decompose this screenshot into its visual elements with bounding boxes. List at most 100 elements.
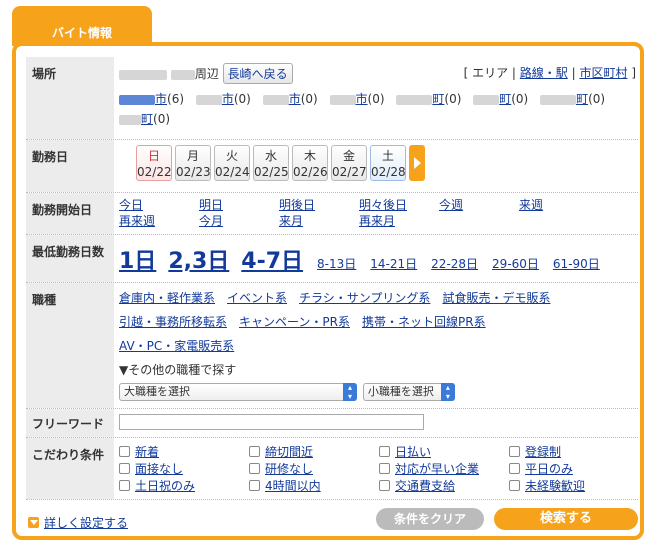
checkbox-registration[interactable] [509,446,520,457]
start-in-3-days[interactable]: 明々後日 [359,198,407,212]
area-item[interactable]: 市(6) [119,92,184,106]
day-date: 02/26 [293,165,328,179]
day-tue[interactable]: 火 02/24 [214,145,250,181]
area-suffix[interactable]: 市 [155,92,167,106]
min-days-14-21[interactable]: 14-21日 [370,257,417,271]
checkbox-weekends[interactable] [119,480,130,491]
checkbox-no-experience[interactable] [509,480,520,491]
other-job-heading: ▼その他の職種で探す [119,363,237,377]
condition-no-training[interactable]: 研修なし [265,462,313,476]
area-item[interactable]: 町(0) [396,92,461,106]
min-days-1[interactable]: 1日 [119,249,156,274]
start-next-month[interactable]: 来月 [279,214,303,228]
freeword-input[interactable] [119,414,424,430]
area-suffix[interactable]: 町 [576,92,588,106]
chevron-down-icon [28,517,39,528]
location-label: 場所 [26,57,114,139]
start-this-week[interactable]: 今週 [439,198,463,212]
area-suffix[interactable]: 町 [432,92,444,106]
area-item[interactable]: 町(0) [540,92,605,106]
job-event[interactable]: イベント系 [227,291,287,305]
checkbox-deadline[interactable] [249,446,260,457]
links-close-bracket: ] [631,66,636,80]
start-week-after-next[interactable]: 再来週 [119,214,155,228]
checkbox-no-training[interactable] [249,463,260,474]
minor-category-select[interactable]: 小職種を選択 ▴ ▾ [362,382,455,401]
day-sun[interactable]: 日 02/22 [136,145,172,181]
day-mon[interactable]: 月 02/23 [175,145,211,181]
min-days-8-13[interactable]: 8-13日 [317,257,356,271]
area-name-redacted [262,94,289,105]
area-suffix[interactable]: 町 [499,92,511,106]
tab-baito-info[interactable]: バイト情報 [12,6,152,46]
area-count: (0) [233,92,251,106]
min-days-2-3[interactable]: 2,3日 [168,249,229,274]
next-week-button[interactable] [409,145,425,181]
condition-deadline[interactable]: 締切間近 [265,445,313,459]
condition-no-experience[interactable]: 未経験歓迎 [525,479,585,493]
day-wed[interactable]: 水 02/25 [253,145,289,181]
checkbox-no-interview[interactable] [119,463,130,474]
checkbox-daily-pay[interactable] [379,446,390,457]
job-warehouse[interactable]: 倉庫内・軽作業系 [119,291,215,305]
detail-settings-link[interactable]: 詳しく設定する [44,516,128,530]
area-item[interactable]: 市(0) [195,92,251,106]
checkbox-weekdays[interactable] [509,463,520,474]
start-today[interactable]: 今日 [119,198,143,212]
start-this-month[interactable]: 今月 [199,214,223,228]
min-days-29-60[interactable]: 29-60日 [492,257,539,271]
condition-weekends[interactable]: 土日祝のみ [135,479,195,493]
job-moving[interactable]: 引越・事務所移転系 [119,315,227,329]
area-suffix[interactable]: 町 [141,112,153,126]
job-mobile[interactable]: 携帯・ネット回線PR系 [362,315,486,329]
search-button[interactable]: 検索する [494,508,638,530]
clear-conditions-button[interactable]: 条件をクリア [376,508,484,530]
condition-no-interview[interactable]: 面接なし [135,462,183,476]
workday-row: 勤務日 日 02/22 月 02/23 火 02/24 水 02/25 木 02/26 金 02/27… [26,140,638,193]
condition-new[interactable]: 新着 [135,445,159,459]
area-suffix[interactable]: 市 [356,92,368,106]
job-av-pc[interactable]: AV・PC・家電販売系 [119,339,234,353]
start-day-after[interactable]: 明後日 [279,198,315,212]
start-month-after-next[interactable]: 再来月 [359,214,395,228]
job-flyer[interactable]: チラシ・サンプリング系 [299,291,430,305]
condition-registration[interactable]: 登録制 [525,445,561,459]
city-link[interactable]: 市区町村 [579,66,627,80]
min-days-4-7[interactable]: 4-7日 [241,249,303,274]
back-to-nagasaki-button[interactable]: 長崎へ戻る [222,63,293,84]
job-campaign[interactable]: キャンペーン・PR系 [239,315,350,329]
area-suffix[interactable]: 市 [289,92,301,106]
area-suffix[interactable]: 市 [222,92,234,106]
major-category-select[interactable]: 大職種を選択 ▴ ▾ [119,382,357,401]
area-item[interactable]: 市(0) [262,92,318,106]
condition-weekdays[interactable]: 平日のみ [525,462,573,476]
checkbox-transport[interactable] [379,480,390,491]
area-count: (0) [153,112,171,126]
detail-settings[interactable]: 詳しく設定する [28,514,128,531]
min-days-22-28[interactable]: 22-28日 [431,257,478,271]
area-item[interactable]: 町(0) [119,112,170,126]
start-next-week[interactable]: 来週 [519,198,543,212]
min-days-61-90[interactable]: 61-90日 [553,257,600,271]
checkbox-new[interactable] [119,446,130,457]
start-tomorrow[interactable]: 明日 [199,198,223,212]
area-item[interactable]: 市(0) [329,92,385,106]
area-name-redacted [195,94,222,105]
start-date-row: 勤務開始日 今日 明日 明後日 明々後日 今週 来週 再来週 今月 来月 再来月 [26,193,638,235]
area-item[interactable]: 町(0) [473,92,528,106]
job-tasting[interactable]: 試食販売・デモ販系 [442,291,550,305]
freeword-row: フリーワード [26,409,638,438]
checkbox-fast-response[interactable] [379,463,390,474]
job-type-label: 職種 [26,283,114,408]
day-fri[interactable]: 金 02/27 [331,145,367,181]
condition-under-4h[interactable]: 4時間以内 [265,479,321,493]
minor-category-value: 小職種を選択 [367,384,434,398]
checkbox-under-4h[interactable] [249,480,260,491]
condition-daily-pay[interactable]: 日払い [395,445,431,459]
line-station-link[interactable]: 路線・駅 [520,66,568,80]
area-name-redacted [119,94,155,105]
condition-fast-response[interactable]: 対応が早い企業 [395,462,479,476]
day-sat[interactable]: 土 02/28 [370,145,406,181]
condition-transport[interactable]: 交通費支給 [395,479,455,493]
day-thu[interactable]: 木 02/26 [292,145,328,181]
